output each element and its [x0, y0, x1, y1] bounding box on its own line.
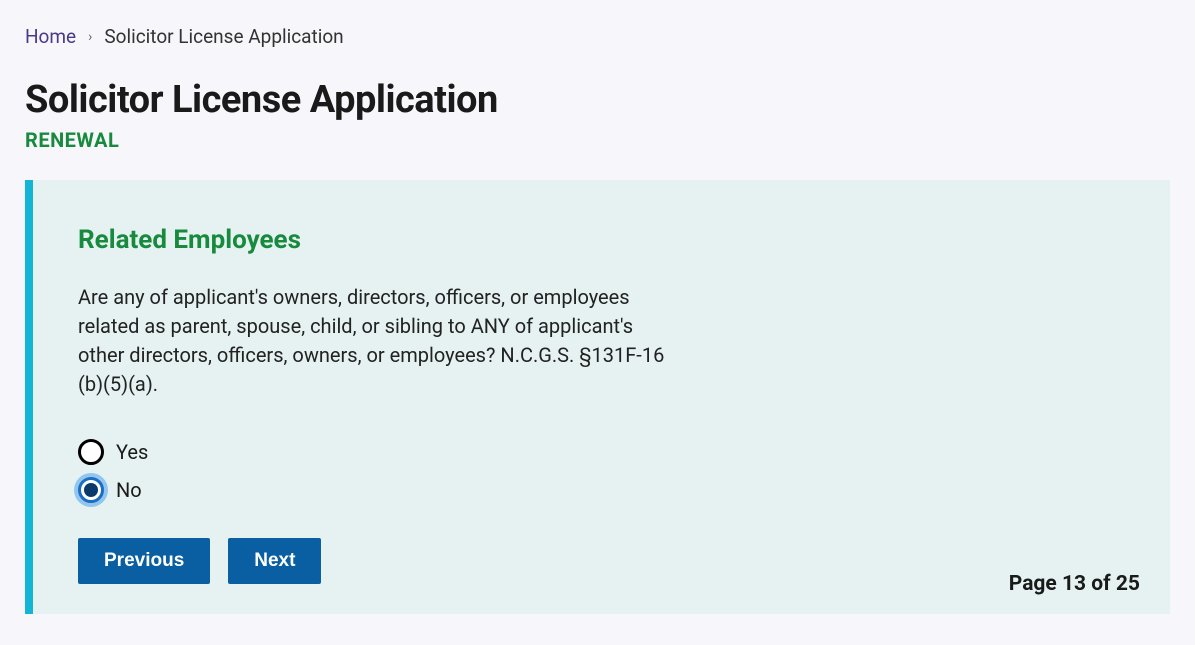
chevron-right-icon: ›	[88, 29, 92, 45]
radio-option-no[interactable]: No	[78, 477, 1125, 503]
breadcrumb: Home › Solicitor License Application	[25, 25, 1170, 48]
radio-option-yes[interactable]: Yes	[78, 439, 1125, 465]
button-row: Previous Next	[78, 538, 1125, 584]
question-text: Are any of applicant's owners, directors…	[78, 283, 668, 399]
radio-icon	[78, 477, 104, 503]
previous-button[interactable]: Previous	[78, 538, 210, 584]
next-button[interactable]: Next	[228, 538, 321, 584]
breadcrumb-current: Solicitor License Application	[104, 25, 343, 48]
radio-label-yes: Yes	[116, 440, 148, 464]
radio-label-no: No	[116, 478, 142, 502]
section-title: Related Employees	[78, 225, 1125, 255]
page-indicator: Page 13 of 25	[1009, 572, 1140, 596]
radio-group-related-employees: Yes No	[78, 439, 1125, 503]
page-subtitle: RENEWAL	[25, 128, 1170, 152]
breadcrumb-home-link[interactable]: Home	[25, 25, 76, 48]
page-title: Solicitor License Application	[25, 78, 1170, 122]
form-panel: Related Employees Are any of applicant's…	[25, 180, 1170, 614]
radio-icon	[78, 439, 104, 465]
